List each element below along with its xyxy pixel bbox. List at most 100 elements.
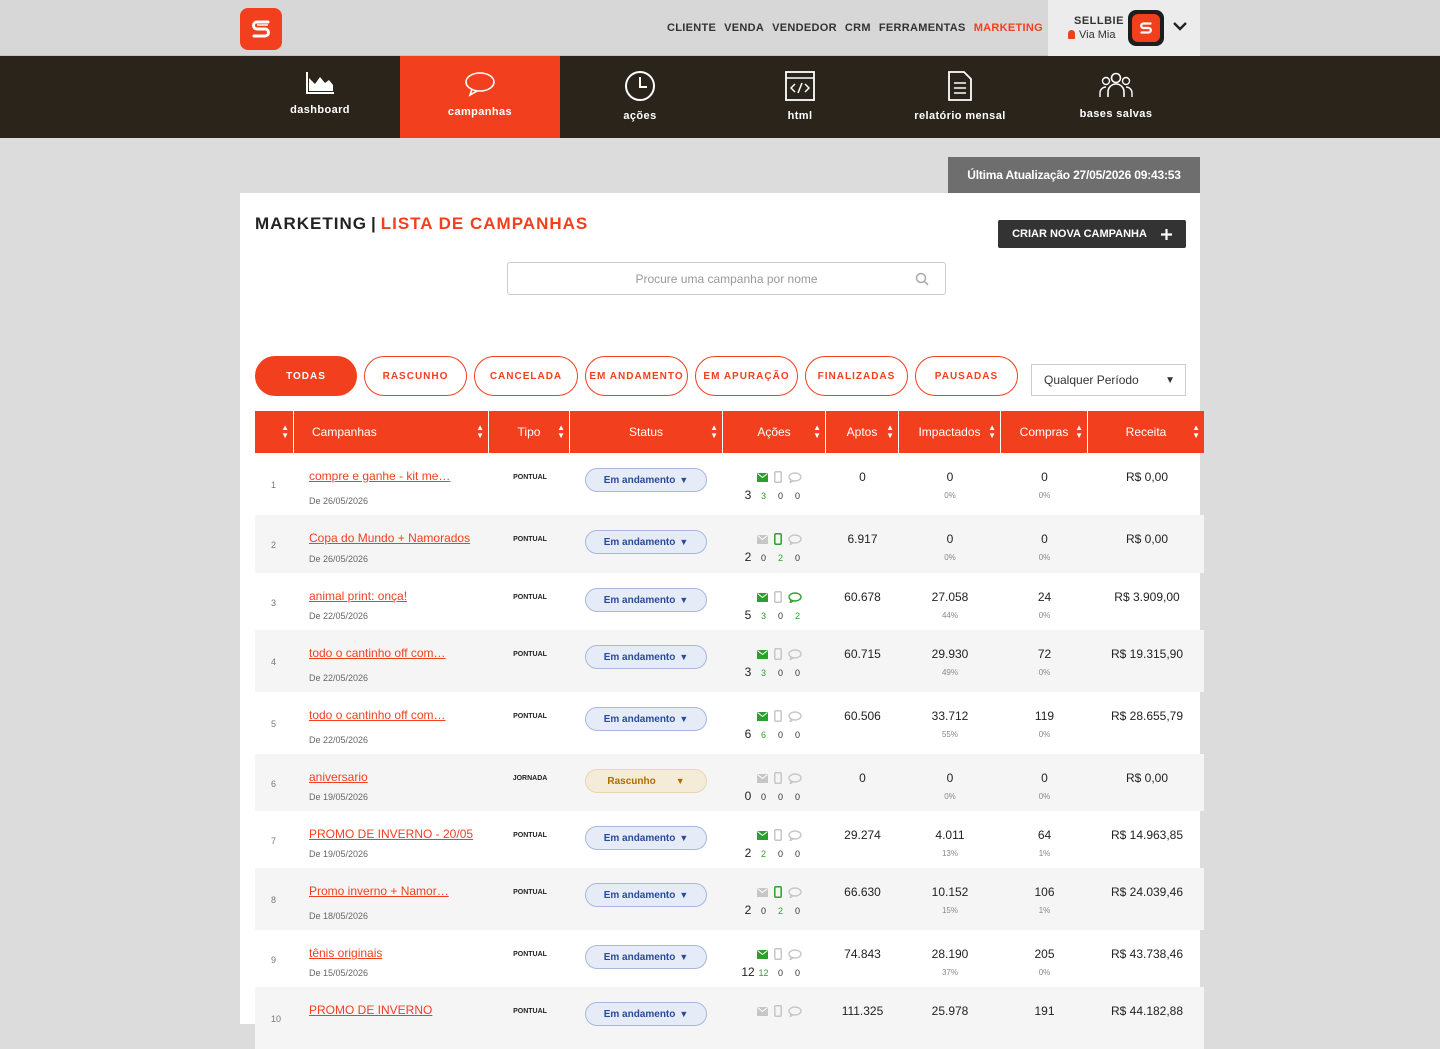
campaign-link[interactable]: Copa do Mundo + Namorados (309, 531, 470, 545)
sms-count: 2 (777, 553, 783, 563)
caret-down-icon: ▼ (679, 475, 689, 485)
table-row[interactable]: 6 aniversario De 19/05/2026 JORNADA Rasc… (255, 754, 1204, 811)
col-tipo[interactable]: Tipo ▲ ▼ (489, 411, 570, 453)
status-dropdown[interactable]: Em andamento ▼ (585, 826, 707, 850)
campaign-type: PONTUAL (513, 651, 547, 658)
email-icon (757, 472, 768, 482)
col-campanhas[interactable]: Campanhas ▲ ▼ (294, 411, 489, 453)
sms-phone-icon (774, 710, 782, 722)
nav-ferramentas[interactable]: FERRAMENTAS (879, 22, 966, 34)
sms-phone-icon (774, 591, 782, 603)
compras-percent: 0% (1038, 553, 1051, 562)
nav-vendedor[interactable]: VENDEDOR (772, 22, 837, 34)
email-count: 3 (760, 668, 766, 678)
title-page: LISTA DE CAMPANHAS (380, 214, 589, 233)
compras-value: 0 (1041, 771, 1048, 785)
receita-value: R$ 28.655,79 (1110, 709, 1184, 723)
channel-actions: 53 0 2 (741, 591, 811, 622)
sellbie-logo[interactable] (240, 8, 282, 50)
status-dropdown[interactable]: Em andamento ▼ (585, 707, 707, 731)
table-row[interactable]: 3 animal print: onça! De 22/05/2026 PONT… (255, 573, 1204, 630)
campaign-link[interactable]: todo o cantinho off com… (309, 708, 446, 722)
compras-value: 191 (1034, 1004, 1055, 1018)
whatsapp-count: 0 (794, 968, 800, 978)
tab-relatorio-mensal[interactable]: relatório mensal (880, 56, 1040, 138)
caret-down-icon: ▼ (679, 652, 689, 662)
status-dropdown[interactable]: Em andamento ▼ (585, 883, 707, 907)
campaign-link[interactable]: aniversario (309, 770, 368, 784)
col-receita[interactable]: Receita ▲ ▼ (1088, 411, 1204, 453)
campaign-link[interactable]: animal print: onça! (309, 589, 407, 603)
nav-crm[interactable]: CRM (845, 22, 871, 34)
filter-finalizadas[interactable]: FINALIZADAS (805, 356, 908, 396)
tab-html[interactable]: html (720, 56, 880, 138)
status-dropdown[interactable]: Em andamento ▼ (585, 1002, 707, 1026)
whatsapp-count: 0 (794, 730, 800, 740)
nav-marketing[interactable]: MARKETING (974, 22, 1043, 34)
col-index[interactable]: ▲ ▼ (255, 411, 294, 453)
col-impactados[interactable]: Impactados ▲ ▼ (899, 411, 1001, 453)
user-menu[interactable]: SELLBIE Via Mia (1048, 0, 1200, 56)
avatar[interactable] (1128, 10, 1164, 46)
col-aptos[interactable]: Aptos ▲ ▼ (826, 411, 899, 453)
search-icon[interactable] (915, 272, 929, 286)
campaign-date: De 26/05/2026 (309, 554, 369, 564)
whatsapp-count: 2 (794, 611, 800, 621)
col-label: Campanhas (312, 425, 377, 439)
campaign-type: PONTUAL (513, 951, 547, 958)
table-row[interactable]: 2 Copa do Mundo + Namorados De 26/05/202… (255, 515, 1204, 573)
table-row[interactable]: 1 compre e ganhe - kit me… De 26/05/2026… (255, 453, 1204, 515)
table-row[interactable]: 8 Promo inverno + Namor… De 18/05/2026 P… (255, 868, 1204, 930)
period-select[interactable]: Qualquer Período ▼ (1031, 364, 1186, 396)
table-row[interactable]: 5 todo o cantinho off com… De 22/05/2026… (255, 692, 1204, 754)
tab-dashboard[interactable]: dashboard (240, 56, 400, 138)
tab-campanhas[interactable]: campanhas (400, 56, 560, 138)
status-dropdown[interactable]: Rascunho ▼ (585, 769, 707, 793)
campaign-link[interactable]: compre e ganhe - kit me… (309, 469, 450, 483)
campaign-link[interactable]: PROMO DE INVERNO - 20/05 (309, 827, 473, 841)
col-acoes[interactable]: Ações ▲ ▼ (723, 411, 826, 453)
whatsapp-count: 0 (794, 668, 800, 678)
status-dropdown[interactable]: Em andamento ▼ (585, 530, 707, 554)
tab-acoes[interactable]: ações (560, 56, 720, 138)
col-compras[interactable]: Compras ▲ ▼ (1001, 411, 1088, 453)
table-row[interactable]: 4 todo o cantinho off com… De 22/05/2026… (255, 630, 1204, 692)
row-index: 4 (271, 657, 277, 667)
channel-actions: 2020 (741, 533, 811, 564)
sms-phone-icon (774, 772, 782, 784)
create-campaign-button[interactable]: CRIAR NOVA CAMPANHA (998, 220, 1186, 248)
table-row[interactable]: 10 PROMO DE INVERNO PONTUAL Em andamento… (255, 987, 1204, 1049)
filter-rascunho[interactable]: RASCUNHO (364, 356, 467, 396)
nav-venda[interactable]: VENDA (724, 22, 764, 34)
status-filters: TODAS RASCUNHO CANCELADA EM ANDAMENTO EM… (255, 356, 1018, 396)
table-row[interactable]: 7 PROMO DE INVERNO - 20/05 De 19/05/2026… (255, 811, 1204, 868)
campaign-link[interactable]: tênis originais (309, 946, 382, 960)
impactados-percent: 13% (941, 849, 958, 858)
caret-down-icon: ▼ (1165, 375, 1175, 386)
status-label: Em andamento (603, 1008, 676, 1020)
compras-percent: 1% (1038, 906, 1051, 915)
campaign-link[interactable]: todo o cantinho off com… (309, 646, 446, 660)
search-input[interactable]: Procure uma campanha por nome (507, 262, 946, 295)
aptos-value: 60.678 (844, 590, 881, 604)
whatsapp-chat-icon (788, 710, 802, 722)
filter-todas[interactable]: TODAS (255, 356, 357, 396)
table-row[interactable]: 9 tênis originais De 15/05/2026 PONTUAL … (255, 930, 1204, 987)
status-dropdown[interactable]: Em andamento ▼ (585, 588, 707, 612)
status-dropdown[interactable]: Em andamento ▼ (585, 945, 707, 969)
sms-phone-icon (774, 471, 782, 483)
campaign-link[interactable]: PROMO DE INVERNO (309, 1003, 432, 1017)
filter-em-apuracao[interactable]: EM APURAÇÃO (695, 356, 798, 396)
compras-percent: 0% (1038, 730, 1051, 739)
chevron-down-icon[interactable] (1172, 18, 1188, 34)
filter-pausadas[interactable]: PAUSADAS (915, 356, 1018, 396)
filter-cancelada[interactable]: CANCELADA (474, 356, 578, 396)
actions-total: 3 (744, 488, 752, 502)
nav-cliente[interactable]: CLIENTE (667, 22, 716, 34)
campaign-link[interactable]: Promo inverno + Namor… (309, 884, 449, 898)
status-dropdown[interactable]: Em andamento ▼ (585, 645, 707, 669)
col-status[interactable]: Status ▲ ▼ (570, 411, 723, 453)
tab-bases-salvas[interactable]: bases salvas (1036, 56, 1196, 138)
filter-em-andamento[interactable]: EM ANDAMENTO (585, 356, 688, 396)
status-dropdown[interactable]: Em andamento ▼ (585, 468, 707, 492)
